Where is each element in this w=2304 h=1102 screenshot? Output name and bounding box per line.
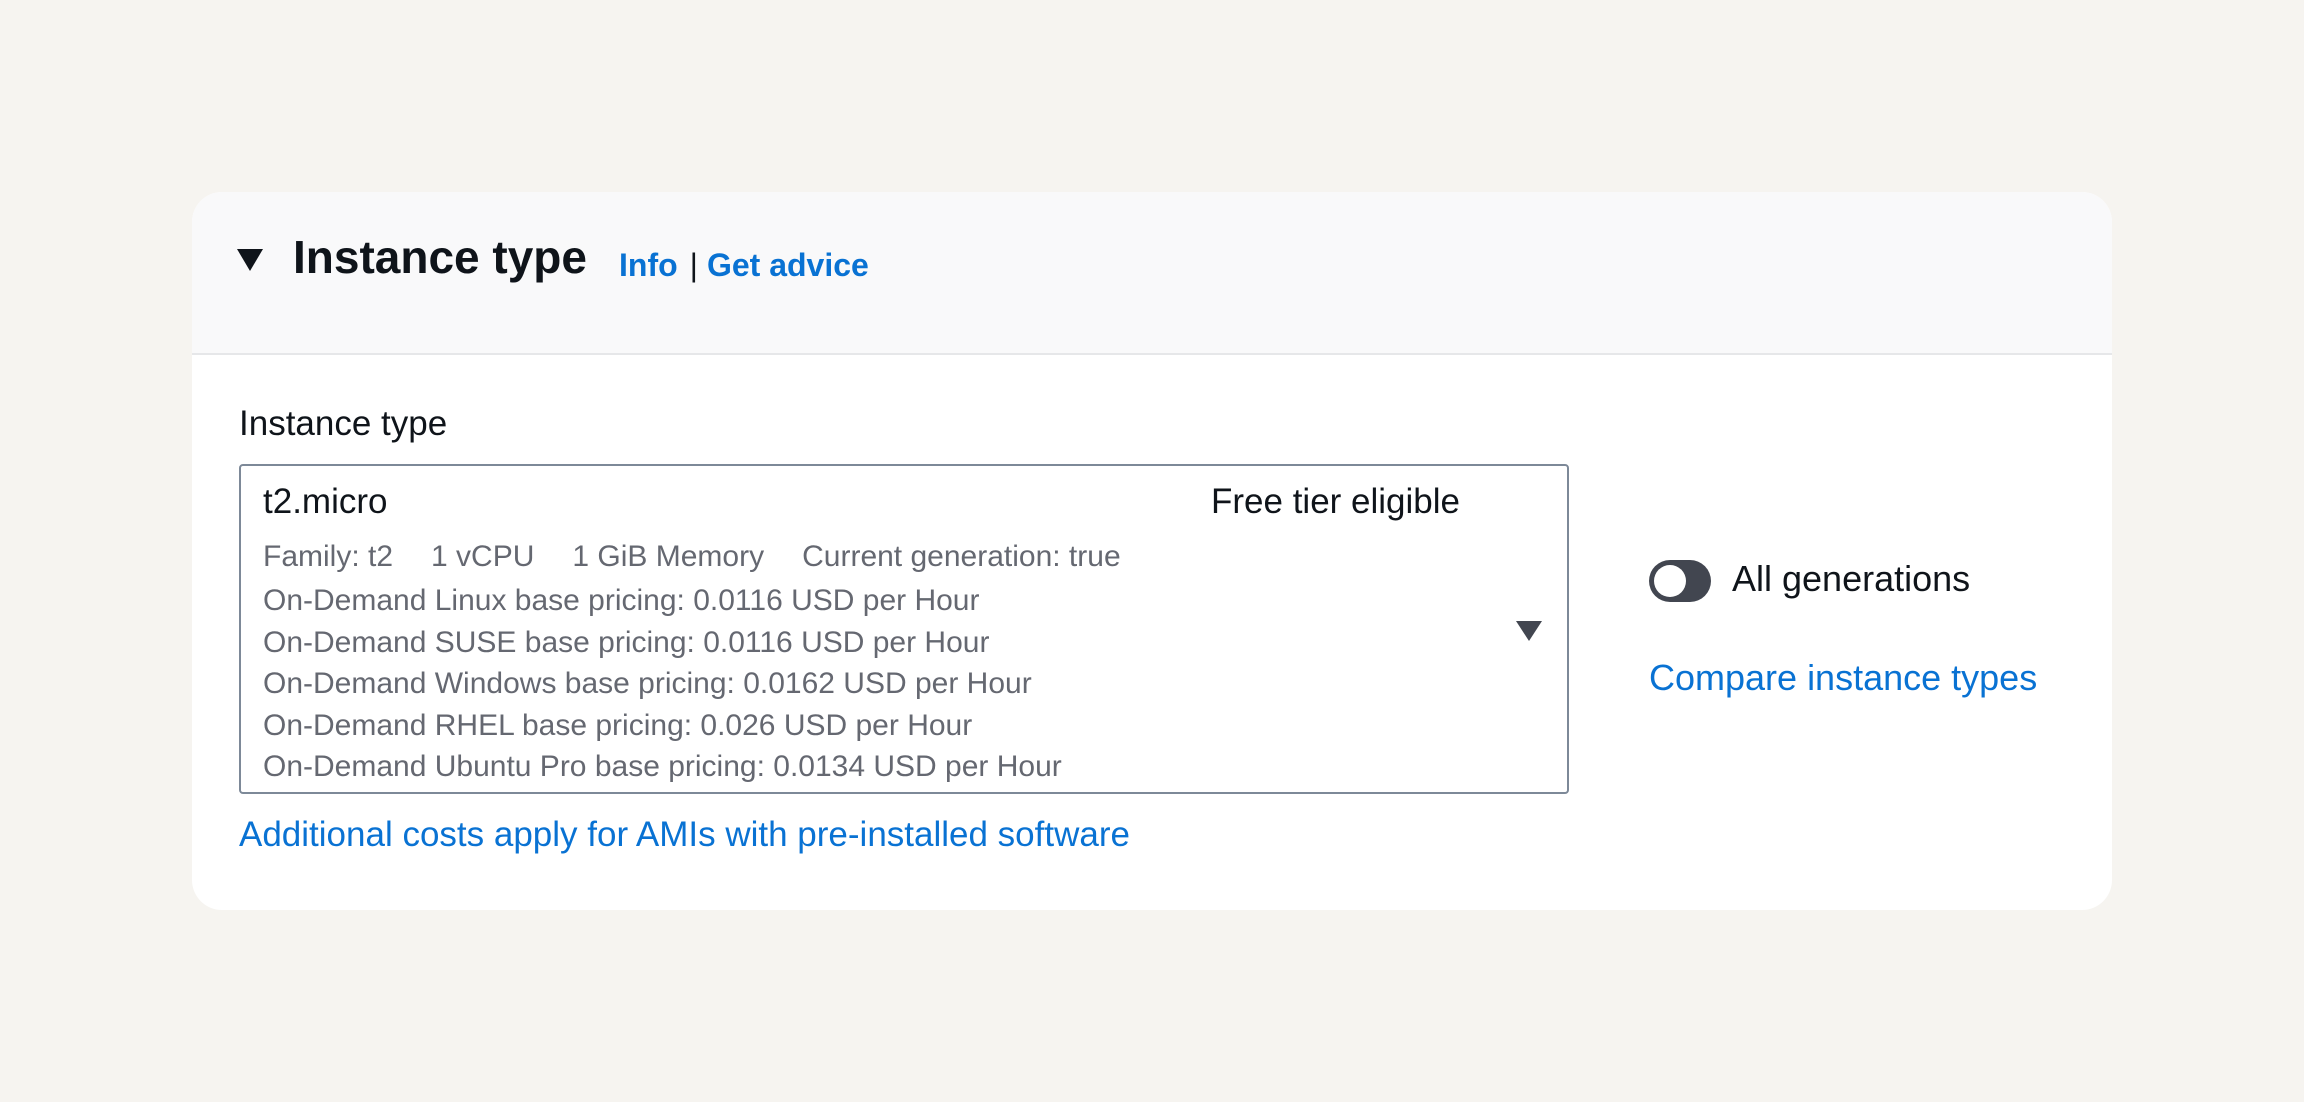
all-generations-label: All generations bbox=[1732, 558, 1971, 599]
section-title: Instance type bbox=[293, 231, 587, 283]
instance-meta: Family: t2 1 vCPU 1 GiB Memory Current gene… bbox=[263, 540, 1159, 574]
meta-memory: 1 GiB Memory bbox=[572, 540, 765, 573]
all-generations-toggle[interactable] bbox=[1649, 560, 1711, 602]
compare-instance-types-link[interactable]: Compare instance types bbox=[1649, 657, 2037, 699]
pricing-list: On-Demand Linux base pricing: 0.0116 USD… bbox=[263, 580, 1062, 788]
free-tier-tag: Free tier eligible bbox=[1211, 482, 1460, 521]
meta-family: Family: t2 bbox=[263, 540, 394, 573]
instance-type-panel: Instance type Info | Get advice Instance t… bbox=[192, 192, 2112, 910]
pricing-windows: On-Demand Windows base pricing: 0.0162 U… bbox=[263, 667, 1032, 701]
link-separator: | bbox=[689, 247, 698, 283]
dropdown-caret-icon[interactable] bbox=[1516, 621, 1542, 641]
selected-instance-name: t2.micro bbox=[263, 482, 388, 521]
pricing-suse: On-Demand SUSE base pricing: 0.0116 USD … bbox=[263, 625, 990, 659]
get-advice-link[interactable]: Get advice bbox=[707, 247, 869, 283]
caret-down-icon[interactable] bbox=[237, 249, 263, 271]
header-links: Info | Get advice bbox=[619, 246, 869, 284]
instance-type-select[interactable]: t2.micro Free tier eligible Family: t2 1 … bbox=[239, 464, 1569, 794]
pricing-linux: On-Demand Linux base pricing: 0.0116 USD… bbox=[263, 584, 980, 617]
meta-generation: Current generation: true bbox=[802, 540, 1121, 573]
info-link[interactable]: Info bbox=[619, 247, 678, 283]
additional-costs-link[interactable]: Additional costs apply for AMIs with pre… bbox=[239, 815, 1130, 855]
pricing-rhel: On-Demand RHEL base pricing: 0.026 USD p… bbox=[263, 708, 973, 742]
toggle-knob bbox=[1654, 565, 1686, 597]
panel-header[interactable]: Instance type Info | Get advice bbox=[192, 192, 2112, 355]
meta-vcpu: 1 vCPU bbox=[431, 540, 535, 573]
pricing-ubuntu-pro: On-Demand Ubuntu Pro base pricing: 0.013… bbox=[263, 750, 1062, 784]
instance-type-label: Instance type bbox=[239, 404, 448, 443]
